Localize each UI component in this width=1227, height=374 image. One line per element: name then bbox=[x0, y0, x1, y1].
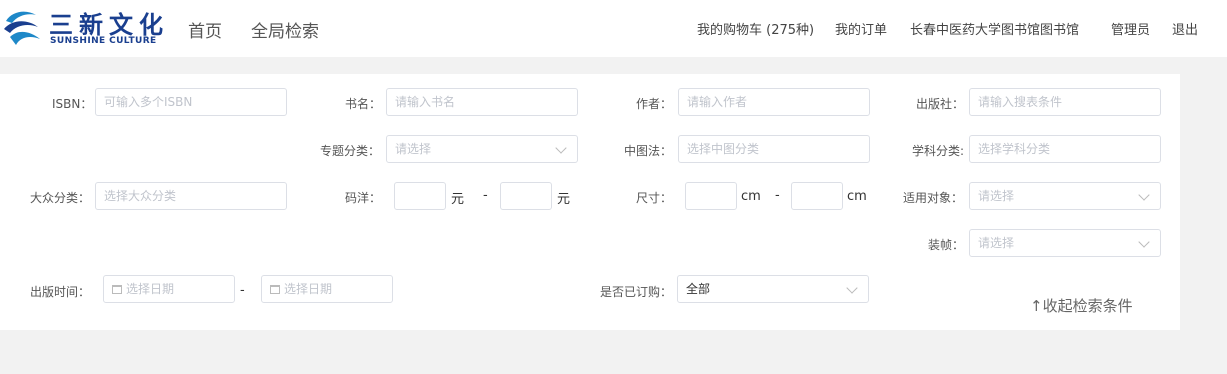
publisher-input[interactable]: 请输入搜表条件 bbox=[969, 88, 1161, 116]
nav-admin[interactable]: 管理员 bbox=[1111, 19, 1150, 38]
author-label: 作者： bbox=[636, 97, 673, 111]
ordered-select[interactable]: 全部 bbox=[677, 275, 869, 303]
pubdate-end-input[interactable]: 选择日期 bbox=[261, 275, 393, 303]
logo-text-en: SUNSHINE CULTURE bbox=[50, 36, 157, 46]
size-min-unit: cm bbox=[741, 189, 761, 204]
logo[interactable]: 三新文化 SUNSHINE CULTURE bbox=[0, 3, 170, 49]
price-max-input[interactable] bbox=[500, 182, 552, 210]
size-max-input[interactable] bbox=[791, 182, 843, 210]
price-min-unit: 元 bbox=[451, 192, 465, 207]
nav-home[interactable]: 首页 bbox=[188, 17, 222, 42]
author-input[interactable]: 请输入作者 bbox=[678, 88, 870, 116]
isbn-label: ISBN： bbox=[52, 97, 93, 111]
binding-label: 装帧： bbox=[928, 238, 965, 252]
clc-input[interactable]: 选择中图分类 bbox=[678, 135, 870, 163]
pubdate-start-input[interactable]: 选择日期 bbox=[103, 275, 235, 303]
audience-label: 适用对象： bbox=[903, 191, 964, 205]
clc-label: 中图法： bbox=[624, 144, 673, 158]
logo-mark-icon bbox=[4, 11, 40, 45]
subject-label: 学科分类: bbox=[912, 144, 965, 158]
size-min-input[interactable] bbox=[685, 182, 737, 210]
nav-cart[interactable]: 我的购物车 (275种) bbox=[697, 19, 814, 38]
popular-label: 大众分类： bbox=[30, 191, 91, 205]
binding-select-placeholder: 请选择 bbox=[978, 236, 1015, 250]
nav-library[interactable]: 长春中医药大学图书馆图书馆 bbox=[910, 19, 1079, 38]
size-max-unit: cm bbox=[847, 189, 867, 204]
logo-text-cn: 三新文化 bbox=[49, 11, 169, 39]
nav-global-search[interactable]: 全局检索 bbox=[251, 17, 319, 42]
topic-label: 专题分类： bbox=[320, 144, 381, 158]
topic-select[interactable]: 请选择 bbox=[386, 135, 578, 163]
price-range-separator: - bbox=[483, 188, 488, 203]
pubdate-start-placeholder: 选择日期 bbox=[126, 282, 175, 296]
publisher-label: 出版社： bbox=[916, 97, 965, 111]
binding-select[interactable]: 请选择 bbox=[969, 229, 1161, 257]
popular-input[interactable]: 选择大众分类 bbox=[95, 182, 287, 210]
chevron-down-icon bbox=[1138, 236, 1150, 248]
top-bar: 三新文化 SUNSHINE CULTURE 首页 全局检索 我的购物车 (275… bbox=[0, 0, 1227, 57]
chevron-down-icon bbox=[555, 142, 567, 154]
pubdate-end-placeholder: 选择日期 bbox=[284, 282, 333, 296]
price-min-input[interactable] bbox=[394, 182, 446, 210]
date-range-separator: - bbox=[240, 283, 245, 298]
price-label: 码洋： bbox=[345, 191, 382, 205]
topic-select-placeholder: 请选择 bbox=[395, 142, 432, 156]
calendar-icon bbox=[270, 285, 280, 294]
size-range-separator: - bbox=[775, 188, 780, 203]
title-label: 书名： bbox=[345, 97, 382, 111]
ordered-label: 是否已订购： bbox=[600, 285, 673, 299]
size-label: 尺寸： bbox=[636, 191, 673, 205]
ordered-select-value: 全部 bbox=[686, 282, 711, 296]
chevron-down-icon bbox=[846, 282, 858, 294]
price-max-unit: 元 bbox=[557, 192, 571, 207]
isbn-input[interactable]: 可输入多个ISBN bbox=[95, 88, 287, 116]
audience-select-placeholder: 请选择 bbox=[978, 189, 1015, 203]
collapse-filters-link[interactable]: ↑收起检索条件 bbox=[1030, 295, 1133, 316]
audience-select[interactable]: 请选择 bbox=[969, 182, 1161, 210]
chevron-down-icon bbox=[1138, 189, 1150, 201]
subject-input[interactable]: 选择学科分类 bbox=[969, 135, 1161, 163]
nav-logout[interactable]: 退出 bbox=[1172, 19, 1198, 38]
title-input[interactable]: 请输入书名 bbox=[386, 88, 578, 116]
calendar-icon bbox=[112, 285, 122, 294]
nav-orders[interactable]: 我的订单 bbox=[835, 19, 887, 38]
pubdate-label: 出版时间： bbox=[30, 285, 91, 299]
